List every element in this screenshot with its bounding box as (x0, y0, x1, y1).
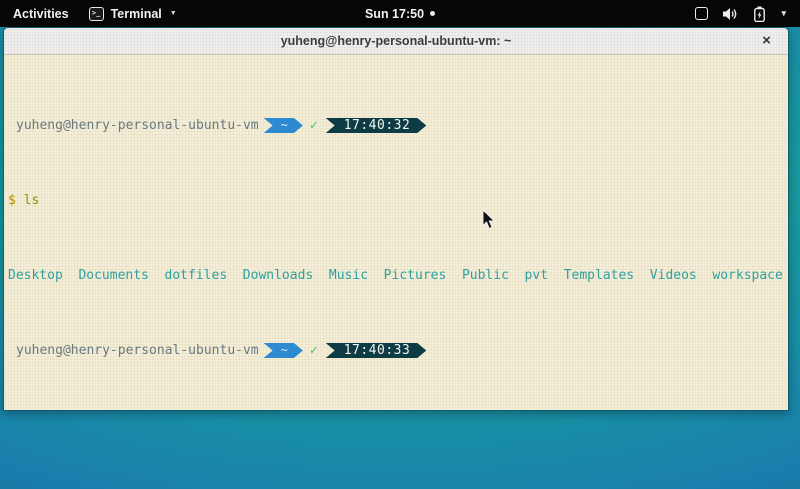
window-title: yuheng@henry-personal-ubuntu-vm: ~ (281, 34, 512, 48)
screen-icon (695, 7, 708, 20)
prompt-user-host: yuheng@henry-personal-ubuntu-vm (16, 343, 259, 358)
shell-symbol: $ (8, 193, 16, 208)
terminal-window: yuheng@henry-personal-ubuntu-vm: ~ × yuh… (3, 27, 789, 411)
app-menu-label: Terminal (111, 7, 162, 21)
close-button[interactable]: × (757, 32, 776, 51)
prompt-status-check-icon: ✓ (310, 118, 318, 133)
battery-charging-icon (754, 6, 765, 22)
activities-button[interactable]: Activities (11, 5, 71, 23)
prompt-time-segment: 17:40:32 (326, 118, 427, 133)
ls-output: Desktop Documents dotfiles Downloads Mus… (8, 268, 784, 283)
terminal-app-icon: >_ (89, 7, 104, 21)
prompt-status-check-icon: ✓ (310, 343, 318, 358)
gnome-top-bar: Activities >_ Terminal ▼ Sun 17:50 ▾ (0, 0, 800, 27)
command-line: $ ls (8, 193, 784, 208)
app-menu-terminal[interactable]: >_ Terminal ▼ (89, 7, 177, 21)
terminal-content[interactable]: yuheng@henry-personal-ubuntu-vm ~ ✓ 17:4… (4, 55, 788, 410)
mouse-pointer-icon (482, 209, 496, 230)
prompt-line: yuheng@henry-personal-ubuntu-vm ~ ✓ 17:4… (8, 118, 784, 133)
window-titlebar[interactable]: yuheng@henry-personal-ubuntu-vm: ~ × (4, 28, 788, 55)
prompt-cwd-segment: ~ (264, 343, 303, 358)
prompt-user-host: yuheng@henry-personal-ubuntu-vm (16, 118, 259, 133)
notification-dot-icon (430, 11, 435, 16)
volume-icon (723, 7, 739, 21)
chevron-down-icon: ▼ (170, 10, 177, 17)
system-status-area[interactable]: ▾ (695, 6, 800, 22)
clock-label[interactable]: Sun 17:50 (365, 7, 424, 21)
prompt-line: yuheng@henry-personal-ubuntu-vm ~ ✓ 17:4… (8, 343, 784, 358)
prompt-cwd-segment: ~ (264, 118, 303, 133)
prompt-time-segment: 17:40:33 (326, 343, 427, 358)
typed-command: ls (24, 193, 40, 208)
chevron-down-icon: ▾ (781, 8, 786, 19)
